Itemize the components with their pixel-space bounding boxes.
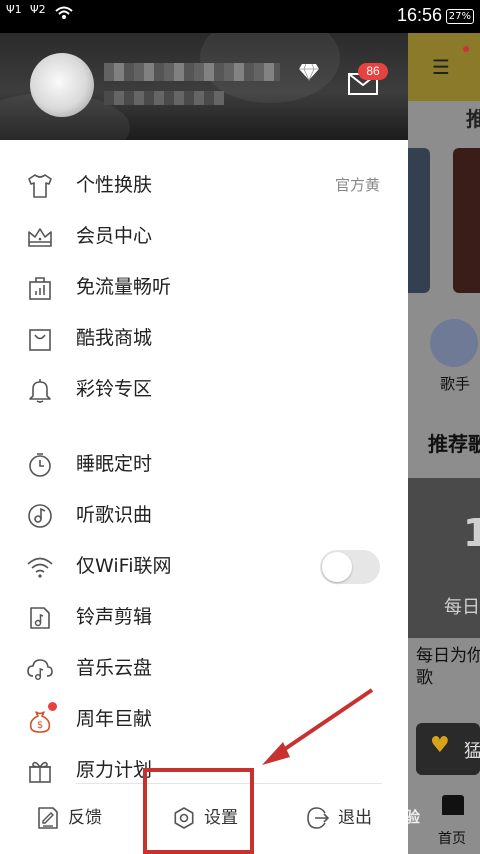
bell-icon bbox=[29, 379, 51, 403]
menu-icon[interactable]: ☰ bbox=[432, 55, 450, 79]
menu-item-label: 个性换肤 bbox=[76, 174, 153, 196]
new-badge-dot bbox=[48, 702, 57, 711]
menu-item-label: 铃声剪辑 bbox=[76, 606, 153, 628]
menu-item-ringback[interactable]: 彩铃专区 bbox=[0, 364, 408, 414]
sim2-signal-icon: Ψ2 bbox=[30, 3, 46, 16]
wifi-icon bbox=[27, 557, 53, 578]
menu-item-label: 音乐云盘 bbox=[76, 657, 153, 679]
menu-item-song-recognition[interactable]: 听歌识曲 bbox=[0, 490, 408, 540]
avatar[interactable] bbox=[30, 53, 94, 117]
menu-item-label: 仅WiFi联网 bbox=[76, 555, 172, 577]
menu-item-label: 周年巨献 bbox=[76, 708, 153, 730]
menu-item-free-data[interactable]: 免流量畅听 bbox=[0, 262, 408, 312]
menu-item-label: 彩铃专区 bbox=[76, 378, 153, 400]
banner-sub: 每日 bbox=[444, 597, 480, 618]
menu-item-cloud-disk[interactable]: 音乐云盘 bbox=[0, 643, 408, 693]
wifi-only-toggle[interactable] bbox=[320, 550, 380, 584]
menu-item-sleep-timer[interactable]: 睡眠定时 bbox=[0, 439, 408, 489]
home-tab-label[interactable]: 首页 bbox=[438, 828, 466, 848]
menu-item-skin[interactable]: 个性换肤 官方黄 bbox=[0, 160, 408, 210]
menu-item-label: 酷我商城 bbox=[76, 327, 153, 349]
shopping-bag-icon bbox=[29, 329, 51, 351]
mail-badge: 86 bbox=[358, 63, 388, 80]
cloud-music-icon bbox=[27, 659, 53, 681]
bg-card[interactable] bbox=[408, 148, 430, 293]
sim1-signal-icon: Ψ1 bbox=[6, 3, 22, 16]
promo-text: 猛 bbox=[464, 741, 480, 762]
notification-dot bbox=[463, 46, 469, 52]
daily-text[interactable]: 每日为你 歌 bbox=[416, 645, 480, 689]
menu-item-label: 会员中心 bbox=[76, 225, 153, 247]
feedback-label: 反馈 bbox=[68, 808, 102, 828]
feedback-button[interactable]: 反馈 bbox=[36, 802, 116, 836]
drawer-header: 86 bbox=[0, 33, 408, 140]
annotation-highlight-box bbox=[143, 768, 254, 854]
user-info-blurred bbox=[104, 91, 224, 105]
background-app: ☰ 推 歌手 推荐歌 1 每日 每日为你 歌 ♥ 猛 首页 bbox=[408, 33, 480, 854]
skin-value: 官方黄 bbox=[334, 176, 380, 194]
menu-item-label: 原力计划 bbox=[76, 759, 153, 781]
menu-item-label: 睡眠定时 bbox=[76, 453, 153, 475]
feedback-icon bbox=[38, 807, 58, 829]
toggle-knob bbox=[322, 552, 352, 582]
data-bag-icon bbox=[29, 277, 51, 300]
gift-icon bbox=[29, 761, 51, 783]
exit-button[interactable]: 退出 bbox=[306, 802, 386, 836]
crown-icon bbox=[28, 228, 52, 247]
watermark: 经验 bbox=[390, 808, 421, 826]
banner-number: 1 bbox=[463, 511, 480, 555]
singer-label[interactable]: 歌手 bbox=[440, 373, 470, 394]
exit-icon bbox=[307, 807, 330, 829]
ringtone-edit-icon bbox=[30, 607, 50, 629]
username-blurred[interactable] bbox=[104, 63, 280, 81]
menu-item-wifi-only[interactable]: 仅WiFi联网 bbox=[0, 541, 408, 591]
menu-item-shop[interactable]: 酷我商城 bbox=[0, 313, 408, 363]
bg-card[interactable] bbox=[453, 148, 480, 293]
menu-item-label: 听歌识曲 bbox=[76, 504, 153, 526]
battery-indicator: 27% bbox=[445, 9, 474, 24]
menu-item-anniversary[interactable]: $ 周年巨献 bbox=[0, 694, 408, 744]
singer-icon[interactable] bbox=[430, 319, 478, 367]
bg-tab[interactable]: 推 bbox=[466, 103, 480, 132]
timer-icon bbox=[29, 453, 51, 477]
clock: 16:56 bbox=[396, 5, 442, 25]
recommend-title: 推荐歌 bbox=[428, 432, 480, 456]
side-drawer: 86 个性换肤 官方黄 会员中心 免流量畅听 酷我商城 彩铃专区 睡眠定时 听歌… bbox=[0, 33, 408, 854]
menu-item-ringtone-edit[interactable]: 铃声剪辑 bbox=[0, 592, 408, 642]
exit-label: 退出 bbox=[338, 808, 372, 828]
music-disc-icon bbox=[28, 504, 52, 528]
svg-text:$: $ bbox=[37, 720, 43, 731]
tshirt-icon bbox=[28, 174, 52, 198]
status-bar: Ψ1 Ψ2 16:56 27% bbox=[0, 0, 480, 33]
menu-item-label: 免流量畅听 bbox=[76, 276, 172, 298]
menu-item-vip[interactable]: 会员中心 bbox=[0, 211, 408, 261]
wifi-status-icon bbox=[55, 6, 73, 19]
heart-icon: ♥ bbox=[430, 733, 450, 758]
home-icon[interactable] bbox=[442, 795, 464, 815]
diamond-icon[interactable] bbox=[298, 63, 320, 81]
